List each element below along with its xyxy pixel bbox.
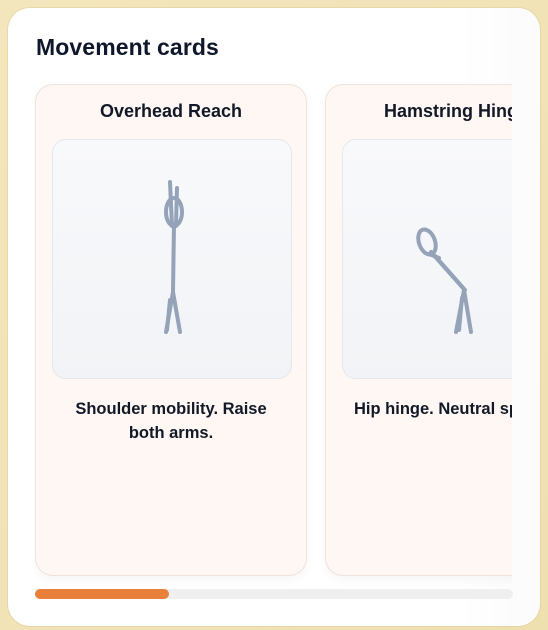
movement-cards-panel: Movement cards Overhead Reach Shoulder m… (8, 8, 540, 626)
card-title: Overhead Reach (99, 101, 243, 121)
cards-carousel[interactable]: Overhead Reach Shoulder mobility. Raise … (34, 84, 512, 592)
figure-frame (342, 139, 512, 379)
movement-card-hamstring-hinge[interactable]: Hamstring Hinge Hip h (325, 84, 512, 576)
movement-card-overhead-reach[interactable]: Overhead Reach Shoulder mobility. Raise … (35, 84, 307, 576)
card-description: Hip hinge. Neutral spine. (354, 400, 512, 418)
hip-hinge-stick-figure-icon (416, 227, 473, 334)
card-title: Hamstring Hinge (384, 101, 512, 121)
card-description: Shoulder mobility. Raise both arms. (75, 400, 267, 442)
carousel-scrollbar-thumb[interactable] (35, 589, 169, 599)
page-background: Movement cards Overhead Reach Shoulder m… (0, 0, 548, 630)
figure-frame (52, 139, 292, 379)
overhead-reach-stick-figure-icon (164, 180, 184, 334)
section-title: Movement cards (36, 34, 219, 60)
carousel-scrollbar-track[interactable] (35, 589, 513, 599)
